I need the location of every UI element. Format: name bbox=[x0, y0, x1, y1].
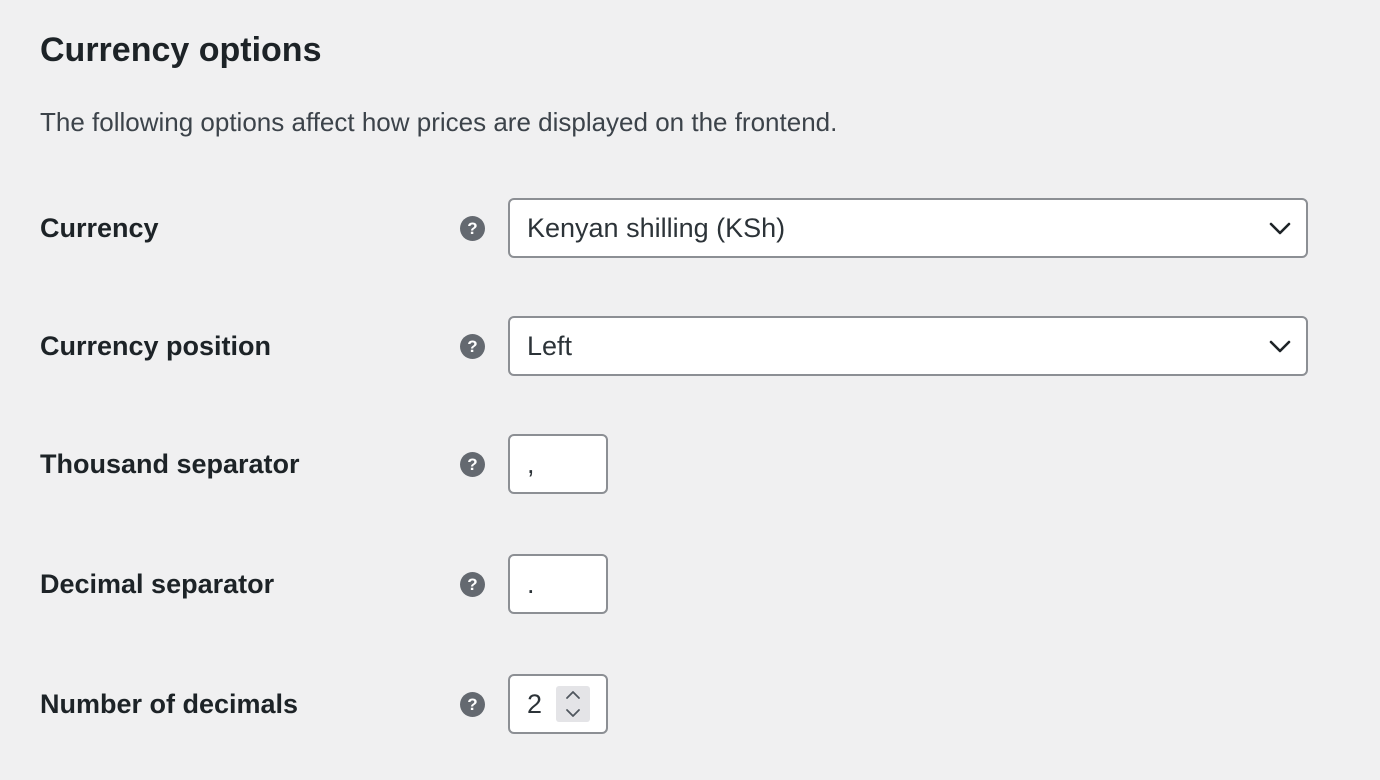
decimal-separator-row: Decimal separator ? . bbox=[0, 554, 1380, 614]
currency-position-row: Currency position ? Left bbox=[0, 316, 1380, 376]
stepper-up-button[interactable] bbox=[556, 686, 590, 704]
help-circle-icon[interactable]: ? bbox=[460, 572, 485, 597]
decimal-separator-value: . bbox=[527, 569, 535, 599]
section-description: The following options affect how prices … bbox=[40, 107, 838, 137]
number-of-decimals-label: Number of decimals bbox=[40, 689, 299, 719]
thousand-separator-value: , bbox=[527, 449, 535, 479]
help-circle-icon[interactable]: ? bbox=[460, 216, 485, 241]
help-circle-icon[interactable]: ? bbox=[460, 334, 485, 359]
decimal-separator-input[interactable]: . bbox=[508, 554, 608, 614]
help-circle-icon[interactable]: ? bbox=[460, 452, 485, 477]
chevron-down-icon bbox=[1269, 222, 1291, 235]
chevron-up-icon bbox=[566, 691, 580, 699]
currency-position-select[interactable]: Left bbox=[508, 316, 1308, 376]
thousand-separator-row: Thousand separator ? , bbox=[0, 434, 1380, 494]
currency-label: Currency bbox=[40, 213, 159, 243]
currency-options-page: Currency options The following options a… bbox=[0, 0, 1380, 780]
number-of-decimals-input[interactable]: 2 bbox=[508, 674, 608, 734]
help-circle-icon[interactable]: ? bbox=[460, 692, 485, 717]
chevron-down-icon bbox=[1269, 340, 1291, 353]
number-of-decimals-row: Number of decimals ? 2 bbox=[0, 674, 1380, 734]
currency-position-select-value: Left bbox=[527, 331, 573, 361]
number-stepper[interactable] bbox=[556, 686, 590, 722]
currency-select-value: Kenyan shilling (KSh) bbox=[527, 213, 786, 243]
thousand-separator-label: Thousand separator bbox=[40, 449, 300, 479]
chevron-down-icon bbox=[566, 709, 580, 717]
thousand-separator-input[interactable]: , bbox=[508, 434, 608, 494]
currency-row: Currency ? Kenyan shilling (KSh) bbox=[0, 198, 1380, 258]
currency-select[interactable]: Kenyan shilling (KSh) bbox=[508, 198, 1308, 258]
section-title: Currency options bbox=[40, 31, 322, 69]
stepper-down-button[interactable] bbox=[556, 704, 590, 722]
currency-position-label: Currency position bbox=[40, 331, 272, 361]
number-of-decimals-value: 2 bbox=[527, 689, 543, 719]
decimal-separator-label: Decimal separator bbox=[40, 569, 275, 599]
